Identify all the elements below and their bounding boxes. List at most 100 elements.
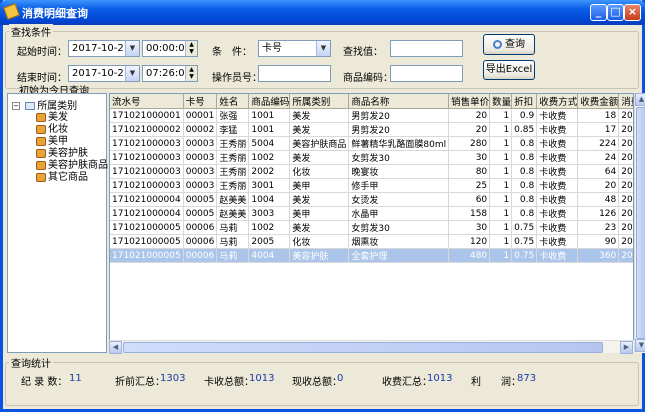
end-time-input[interactable]: 07:26:05 ▲ ▼ — [142, 65, 198, 82]
table-cell: 卡收费 — [536, 122, 579, 137]
column-header[interactable]: 姓名 — [216, 94, 250, 109]
column-header[interactable]: 折扣 — [511, 94, 538, 109]
table-row[interactable]: 171021000004 00005 赵美美 3003 美甲 水晶甲 158 1 0.8 卡收费 1… — [110, 206, 633, 221]
close-button[interactable]: × — [624, 4, 641, 21]
table-cell: 卡收费 — [536, 248, 579, 263]
table-cell: 烟熏妆 — [348, 234, 450, 249]
table-cell: 0.75 — [511, 234, 538, 249]
scroll-thumb[interactable] — [636, 107, 645, 339]
table-cell: 李猛 — [216, 122, 250, 137]
column-header[interactable]: 卡号 — [183, 94, 218, 109]
column-header[interactable]: 商品名称 — [348, 94, 450, 109]
table-row[interactable]: 171021000001 00001 张强 1001 美发 男剪发20 20 1 0.9 卡收费 1… — [110, 108, 633, 123]
table-cell: 0.8 — [511, 136, 538, 151]
table-row[interactable]: 171021000002 00002 李猛 1001 美发 男剪发20 20 1 0.85 卡收费… — [110, 122, 633, 137]
minimize-button[interactable]: _ — [590, 4, 607, 21]
collapse-icon[interactable]: − — [12, 102, 20, 110]
start-date-picker[interactable]: 2017-10-21 ▼ — [68, 40, 140, 57]
scroll-left-icon[interactable]: ◀ — [109, 341, 122, 354]
end-date-picker[interactable]: 2017-10-21 ▼ — [68, 65, 140, 82]
maximize-button[interactable]: □ — [607, 4, 624, 21]
table-cell: 171021000005 — [110, 234, 184, 249]
horizontal-scrollbar[interactable]: ◀ ▶ — [109, 340, 634, 354]
search-icon — [493, 39, 502, 49]
table-row[interactable]: 171021000005 00006 马莉 1002 美发 女剪发30 30 1 0.75 卡收费… — [110, 220, 633, 235]
table-cell: 0.9 — [511, 108, 538, 123]
table-cell: 00005 — [183, 206, 218, 221]
query-button[interactable]: 查询 — [483, 34, 535, 55]
table-cell: 马莉 — [216, 248, 250, 263]
operator-input[interactable] — [258, 65, 331, 82]
table-icon — [25, 102, 36, 110]
table-cell: 王秀丽 — [216, 136, 250, 151]
chevron-down-icon[interactable]: ▼ — [125, 66, 139, 81]
table-cell: 00003 — [183, 178, 218, 193]
column-header[interactable]: 所属类别 — [289, 94, 350, 109]
table-cell: 女烫发 — [348, 192, 450, 207]
column-header[interactable]: 消费时间 — [618, 94, 633, 109]
table-cell: 20 — [577, 178, 620, 193]
title-bar[interactable]: 消费明细查询 _ □ × — [0, 0, 645, 25]
table-cell: 00003 — [183, 136, 218, 151]
category-tree[interactable]: − 所属类别 美发 化妆 美甲 美容护肤 美容护肤商品 其它商品 — [7, 93, 108, 353]
column-header[interactable]: 收费金额 — [577, 94, 620, 109]
chevron-down-icon[interactable]: ▼ — [125, 41, 139, 56]
scroll-thumb[interactable] — [123, 342, 603, 353]
table-cell: 171021000003 — [110, 150, 184, 165]
table-cell: 1 — [489, 220, 513, 235]
scroll-right-icon[interactable]: ▶ — [620, 341, 633, 354]
table-row[interactable]: 171021000003 00003 王秀丽 3001 美甲 修手甲 25 1 0.8 卡收费 20… — [110, 178, 633, 193]
table-row[interactable]: 171021000003 00003 王秀丽 1002 美发 女剪发30 30 1 0.8 卡收费… — [110, 150, 633, 165]
spin-buttons[interactable]: ▲ ▼ — [185, 41, 197, 56]
table-cell: 男剪发20 — [348, 108, 450, 123]
table-cell: 王秀丽 — [216, 178, 250, 193]
table-cell: 280 — [448, 136, 491, 151]
table-cell: 全套护理 — [348, 248, 450, 263]
condition-select[interactable]: 卡号 ▼ — [258, 40, 331, 57]
table-cell: 0.75 — [511, 220, 538, 235]
table-cell: 2017-10-21 — [618, 122, 633, 137]
table-cell: 王秀丽 — [216, 164, 250, 179]
table-row[interactable]: 171021000004 00005 赵美美 1004 美发 女烫发 60 1 0.8 卡收费 48… — [110, 192, 633, 207]
card-total-value: 1013 — [249, 373, 275, 384]
detail-table[interactable]: 流水号卡号姓名商品编码所属类别商品名称销售单价数量折扣收费方式收费金额消费时间 … — [109, 93, 634, 353]
column-header[interactable]: 商品编码 — [248, 94, 291, 109]
vertical-scrollbar[interactable]: ▲ ▼ — [634, 93, 645, 353]
export-excel-button[interactable]: 导出Excel — [483, 60, 535, 80]
column-header[interactable]: 流水号 — [110, 94, 184, 109]
table-cell: 化妆 — [289, 234, 350, 249]
table-cell: 1 — [489, 248, 513, 263]
table-row[interactable]: 171021000003 00003 王秀丽 2002 化妆 晚宴妆 80 1 0.8 卡收费 64… — [110, 164, 633, 179]
table-cell: 美发 — [289, 122, 350, 137]
scroll-up-icon[interactable]: ▲ — [635, 93, 645, 106]
table-cell: 171021000003 — [110, 136, 184, 151]
table-row[interactable]: 171021000003 00003 王秀丽 5004 美容护肤商品 鲜薯精华乳酪面膜80… — [110, 136, 633, 151]
product-code-input[interactable] — [390, 65, 463, 82]
table-cell: 30 — [448, 220, 491, 235]
table-row[interactable]: 171021000005 00006 马莉 2005 化妆 烟熏妆 120 1 0.75 卡收费 9… — [110, 234, 633, 249]
start-time-input[interactable]: 00:00:00 ▲ ▼ — [142, 40, 198, 57]
tree-item[interactable]: 其它商品 — [36, 168, 88, 183]
column-header[interactable]: 收费方式 — [536, 94, 579, 109]
table-cell: 00005 — [183, 192, 218, 207]
find-value-input[interactable] — [390, 40, 463, 57]
table-cell: 3001 — [248, 178, 291, 193]
table-cell: 卡收费 — [536, 206, 579, 221]
table-row[interactable]: 171021000005 00006 马莉 4004 美容护肤 全套护理 480 1 0.75 卡… — [110, 248, 633, 263]
table-cell: 64 — [577, 164, 620, 179]
table-cell: 1 — [489, 206, 513, 221]
column-header[interactable]: 销售单价 — [448, 94, 491, 109]
table-cell: 美甲 — [289, 178, 350, 193]
scroll-down-icon[interactable]: ▼ — [635, 339, 645, 352]
table-cell: 赵美美 — [216, 206, 250, 221]
find-value-label: 查找值： — [343, 47, 383, 58]
column-header[interactable]: 数量 — [489, 94, 513, 109]
table-cell: 00006 — [183, 234, 218, 249]
table-cell: 48 — [577, 192, 620, 207]
table-cell: 1001 — [248, 122, 291, 137]
chevron-down-icon[interactable]: ▼ — [316, 41, 330, 56]
table-cell: 0.8 — [511, 150, 538, 165]
cash-total-value: 0 — [337, 373, 344, 384]
spin-buttons[interactable]: ▲ ▼ — [185, 66, 197, 81]
table-cell: 卡收费 — [536, 150, 579, 165]
